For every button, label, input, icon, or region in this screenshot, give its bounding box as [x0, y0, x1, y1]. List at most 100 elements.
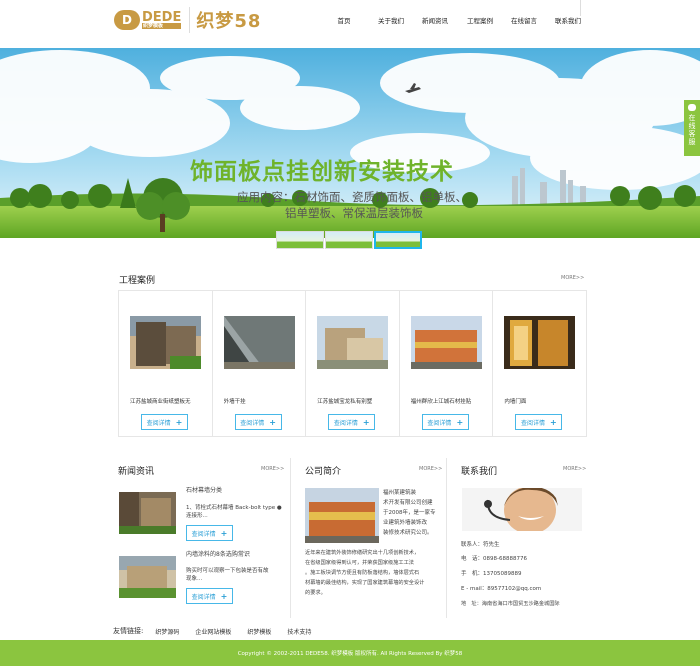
- about-text-line: 装修技术研究公司。: [383, 530, 433, 536]
- case-image: [317, 316, 389, 369]
- contact-mobile: 手 机：13705089889: [461, 571, 522, 577]
- about-more-link[interactable]: MORE>>: [419, 466, 442, 472]
- plus-icon: +: [220, 528, 228, 538]
- case-detail-label: 查阅详情: [240, 419, 265, 427]
- site-logo[interactable]: D DEDE 织梦模板 织梦58: [114, 7, 261, 33]
- nav-item-home[interactable]: 首页: [318, 15, 370, 25]
- about-text-line: 术开发有限公司创建: [383, 500, 433, 506]
- contact-more-link[interactable]: MORE>>: [563, 466, 586, 472]
- case-detail-button[interactable]: 查阅详情 +: [421, 414, 469, 430]
- plus-icon: +: [269, 417, 276, 427]
- contact-person: 联系人：符先生: [461, 542, 500, 548]
- contact-email[interactable]: E - mail：89577102@qq.com: [461, 585, 541, 594]
- case-item[interactable]: 福州群欣上江城石材挂贴 查阅详情 +: [400, 291, 494, 436]
- online-service-label: 在线客服: [688, 114, 696, 146]
- customer-service-image: [462, 488, 582, 531]
- case-title: 内墙门面: [504, 399, 527, 405]
- about-image: [305, 488, 379, 543]
- case-title: 外墙干挂: [223, 399, 246, 405]
- friend-links-label: 友情链接:: [113, 627, 144, 635]
- news-title[interactable]: 内墙涂料的8条选购常识: [186, 551, 250, 560]
- footer-copyright: Copyright © 2002-2011 DEDE58. 织梦模板 版权所有.…: [237, 651, 463, 657]
- plus-icon: +: [550, 417, 557, 427]
- news-desc-line2: 连接形...: [186, 513, 208, 519]
- cases-grid: 江苏盐城商业街纸塑板无 查阅详情 + 外墙干挂 查阅详情 + 江苏盐城宝龙私有别墅 …: [118, 290, 587, 437]
- banner-subtitle-line2: 铝单塑板、常保温层装饰板: [285, 206, 423, 220]
- case-detail-label: 查阅详情: [521, 419, 546, 427]
- about-text-line: 近年来在建筑外装饰修缮研究出十几项创新技术，: [305, 550, 420, 556]
- plus-icon: +: [456, 417, 464, 427]
- case-detail-label: 查阅详情: [146, 419, 171, 427]
- footer: Copyright © 2002-2011 DEDE58. 织梦模板 版权所有.…: [0, 640, 700, 666]
- friend-link[interactable]: 技术支持: [287, 627, 311, 636]
- case-image: [223, 316, 295, 369]
- case-item[interactable]: 内墙门面 查阅详情 +: [493, 291, 586, 436]
- nav-item-contact[interactable]: 联系我们: [546, 15, 590, 25]
- friend-link[interactable]: 织梦源码: [155, 627, 179, 636]
- case-title: 福州群欣上江城石材挂贴: [410, 399, 472, 405]
- about-text-line: 在省级国家级得到认可，并荣获国家级施工工法: [305, 560, 414, 566]
- about-text-line: 福州某建筑装: [383, 490, 417, 496]
- case-item[interactable]: 江苏盐城宝龙私有别墅 查阅详情 +: [306, 291, 400, 436]
- case-detail-button[interactable]: 查阅详情 +: [515, 414, 563, 430]
- case-detail-button[interactable]: 查阅详情 +: [328, 414, 376, 430]
- news-title[interactable]: 石材幕墙分类: [186, 487, 222, 496]
- contact-address: 地 址：海南省海口市国贸玉沙路金城国际: [461, 601, 560, 607]
- banner-thumb-1[interactable]: [276, 231, 324, 249]
- banner-thumb-3-active[interactable]: [374, 231, 422, 249]
- cases-more-link[interactable]: MORE>>: [561, 275, 584, 281]
- news-detail-button[interactable]: 查阅详情 +: [186, 588, 233, 604]
- case-item[interactable]: 江苏盐城商业街纸塑板无 查阅详情 +: [119, 291, 213, 436]
- news-detail-label: 查阅详情: [191, 530, 216, 538]
- plus-icon: +: [362, 417, 370, 427]
- hero-banner[interactable]: 饰面板点挂创新安装技术 应用内容：石材饰面、瓷质饰面板、铝单板、 铝单塑板、常保…: [0, 48, 700, 238]
- case-detail-button[interactable]: 查阅详情 +: [234, 414, 282, 430]
- header-divider: [580, 0, 581, 16]
- case-detail-label: 查阅详情: [333, 419, 358, 427]
- friend-link[interactable]: 织梦模板: [247, 627, 271, 636]
- banner-thumbnails: [276, 231, 423, 249]
- case-detail-button[interactable]: 查阅详情 +: [141, 414, 188, 430]
- case-detail-label: 查阅详情: [427, 419, 452, 427]
- news-detail-button[interactable]: 查阅详情 +: [186, 525, 233, 541]
- nav-item-message[interactable]: 在线留言: [502, 15, 546, 25]
- plus-icon: +: [220, 591, 228, 601]
- friend-links: 友情链接: 织梦源码 企业网站模板 织梦模板 技术支持: [113, 626, 311, 636]
- online-service-tab[interactable]: 在线客服: [684, 100, 700, 156]
- nav-item-about[interactable]: 关于我们: [370, 15, 412, 25]
- banner-title: 饰面板点挂创新安装技术: [190, 159, 454, 185]
- friend-link[interactable]: 企业网站模板: [195, 627, 231, 636]
- case-item[interactable]: 外墙干挂 查阅详情 +: [213, 291, 307, 436]
- logo-badge: D: [114, 10, 140, 30]
- plus-icon: +: [175, 417, 183, 427]
- cases-section-title: 工程案例: [119, 276, 156, 286]
- about-text-line: 的要求。: [305, 590, 326, 596]
- news-image: [119, 492, 176, 534]
- news-more-link[interactable]: MORE>>: [261, 466, 284, 472]
- banner-subtitle-line1: 应用内容：石材饰面、瓷质饰面板、铝单板、: [237, 190, 467, 204]
- news-detail-label: 查阅详情: [191, 593, 216, 601]
- logo-chinese-name: 织梦58: [189, 7, 261, 33]
- column-divider: [290, 458, 291, 618]
- nav-item-news[interactable]: 新闻资讯: [412, 15, 458, 25]
- column-divider: [446, 458, 447, 618]
- contact-section-title: 联系我们: [461, 467, 498, 477]
- nav-item-cases[interactable]: 工程案例: [458, 15, 502, 25]
- case-title: 江苏盐城商业街纸塑板无: [130, 399, 191, 405]
- case-image: [504, 316, 576, 369]
- about-text-line: 于2008年，是一家专: [383, 510, 436, 516]
- banner-thumb-2[interactable]: [325, 231, 373, 249]
- case-title: 江苏盐城宝龙私有别墅: [317, 399, 373, 405]
- case-image: [410, 316, 482, 369]
- header: D DEDE 织梦模板 织梦58 首页 关于我们 新闻资讯 工程案例 在线留言 …: [0, 0, 700, 46]
- case-image: [130, 316, 201, 369]
- logo-text: DEDE 织梦模板: [142, 11, 182, 29]
- main-nav: 首页 关于我们 新闻资讯 工程案例 在线留言 联系我们: [318, 15, 590, 25]
- about-section-title: 公司简介: [305, 467, 342, 477]
- about-text-line: 业建筑外墙装饰改: [383, 520, 428, 526]
- about-text-line: 材幕墙的最佳结构，实现了国家建筑幕墙的安全设计: [305, 580, 425, 586]
- chat-icon: [688, 104, 696, 111]
- news-section-title: 新闻资讯: [118, 467, 155, 477]
- contact-phone: 电 话：0898-68888776: [461, 556, 527, 562]
- news-image: [119, 556, 176, 598]
